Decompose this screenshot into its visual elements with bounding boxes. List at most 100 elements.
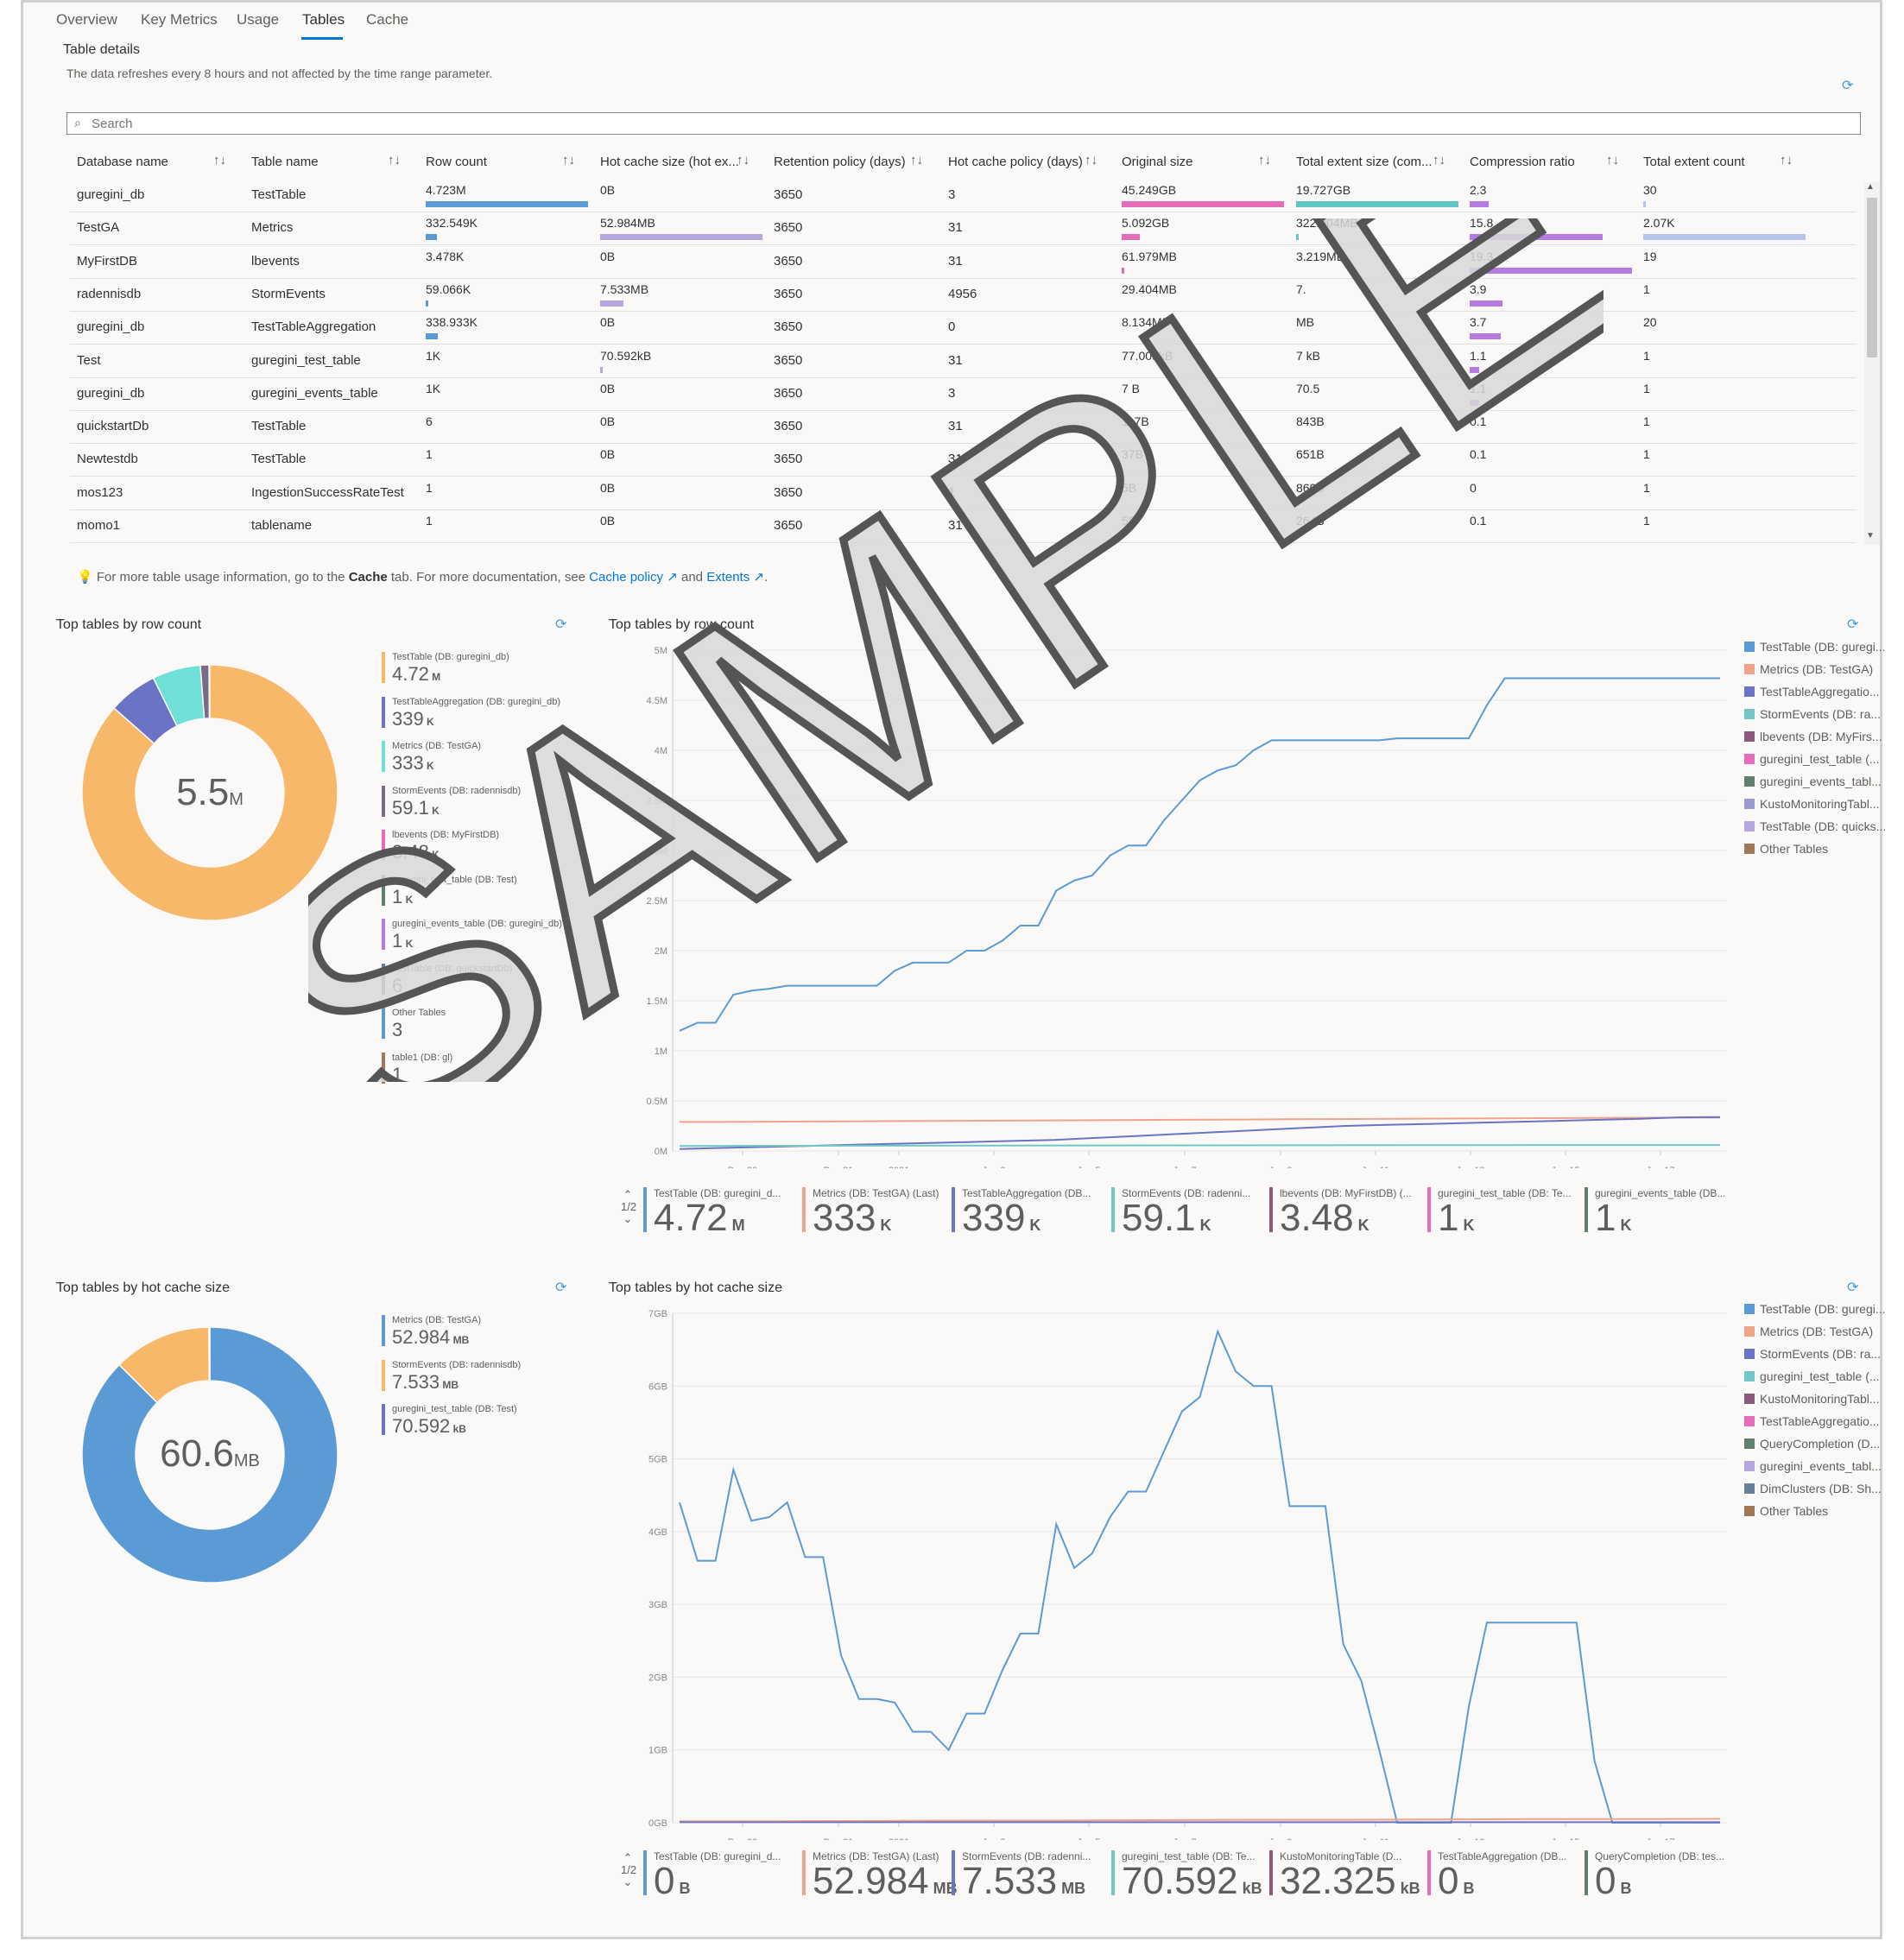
- sort-icon[interactable]: ↑↓: [737, 153, 750, 168]
- sort-icon[interactable]: ↑↓: [1433, 153, 1445, 168]
- chart-legend-item[interactable]: QueryCompletion (D...: [1744, 1437, 1880, 1451]
- column-header[interactable]: Table name: [251, 155, 319, 169]
- table-cell: TestTable: [251, 419, 307, 434]
- hot-cache-donut-refresh-icon[interactable]: ⟳: [555, 1279, 566, 1296]
- chart-legend-item[interactable]: KustoMonitoringTabl...: [1744, 797, 1880, 811]
- table-row[interactable]: guregini_db TestTableAggregation 338.933K 0…: [70, 311, 1856, 345]
- search-input[interactable]: [90, 116, 1820, 132]
- y-tick-label: 1GB: [648, 1746, 667, 1756]
- y-tick-label: 2.5M: [647, 896, 667, 907]
- chart-legend-item[interactable]: TestTable (DB: guregi...: [1744, 640, 1886, 654]
- hot-cache-pager[interactable]: ⌃ 1/2 ⌄: [621, 1852, 636, 1888]
- table-row[interactable]: mos123 IngestionSuccessRateTest 1 0B 3650 1 5B…: [70, 477, 1856, 510]
- pager-up-icon[interactable]: ⌃: [621, 1852, 635, 1864]
- pager-down-icon[interactable]: ⌄: [621, 1213, 635, 1225]
- legend-label: lbevents (DB: MyFirs...: [1760, 730, 1882, 743]
- table-cell: 3650: [774, 452, 803, 467]
- table-scrollbar[interactable]: [1864, 182, 1880, 545]
- chart-legend-item[interactable]: StormEvents (DB: ra...: [1744, 707, 1881, 721]
- sort-icon[interactable]: ↑↓: [1780, 153, 1793, 168]
- search-box[interactable]: ⌕: [66, 112, 1861, 135]
- sort-icon[interactable]: ↑↓: [1258, 153, 1271, 168]
- row-count-donut-refresh-icon[interactable]: ⟳: [555, 616, 566, 633]
- chart-legend-item[interactable]: Other Tables: [1744, 842, 1828, 856]
- series-line[interactable]: [679, 1144, 1720, 1148]
- table-row[interactable]: TestGA Metrics 332.549K 52.984MB 3650 31 5.092…: [70, 212, 1856, 246]
- sort-icon[interactable]: ↑↓: [910, 153, 923, 168]
- table-row[interactable]: Test guregini_test_table 1K 70.592kB 3650 31 7…: [70, 345, 1856, 378]
- series-line[interactable]: [679, 1329, 1720, 1824]
- pager-up-icon[interactable]: ⌃: [621, 1189, 635, 1201]
- column-header[interactable]: Original size: [1122, 155, 1193, 169]
- tab-cache[interactable]: Cache: [366, 11, 408, 28]
- extents-link[interactable]: Extents: [706, 570, 750, 585]
- chart-legend-item[interactable]: DimClusters (DB: Sh...: [1744, 1482, 1882, 1495]
- chart-legend-item[interactable]: TestTable (DB: guregi...: [1744, 1302, 1886, 1316]
- table-value-bar: [1122, 267, 1124, 274]
- sort-icon[interactable]: ↑↓: [213, 153, 226, 168]
- chart-legend-item[interactable]: TestTable (DB: quicks...: [1744, 819, 1886, 833]
- table-row[interactable]: guregini_db TestTable 4.723M 0B 3650 3 45.249G…: [70, 179, 1856, 212]
- tab-tables[interactable]: Tables: [302, 11, 345, 28]
- tab-usage[interactable]: Usage: [237, 11, 279, 28]
- chart-legend-item[interactable]: guregini_events_tabl...: [1744, 775, 1882, 788]
- legend-label: TestTable (DB: quickstartDb): [392, 963, 513, 974]
- column-header[interactable]: Hot cache policy (days): [948, 155, 1083, 169]
- scroll-up-icon[interactable]: ▲: [1866, 182, 1875, 192]
- series-line[interactable]: [680, 1818, 1721, 1823]
- table-cell: 1: [1643, 480, 1650, 495]
- legend-swatch: [1744, 731, 1755, 742]
- chart-legend-item[interactable]: guregini_events_tabl...: [1744, 1459, 1882, 1473]
- chart-legend-item[interactable]: guregini_test_table (...: [1744, 752, 1880, 766]
- table-row[interactable]: radennisdb StormEvents 59.066K 7.533MB 3650 4…: [70, 278, 1856, 312]
- legend-unit: kB: [450, 1423, 466, 1435]
- table-cell: 117B: [1122, 414, 1149, 429]
- legend-unit: K: [1353, 1217, 1369, 1234]
- column-header[interactable]: Database name: [77, 155, 168, 169]
- column-header[interactable]: Retention policy (days): [774, 155, 906, 169]
- chart-legend-item[interactable]: Other Tables: [1744, 1504, 1828, 1518]
- row-count-line-chart: 0M 0.5M 1M 1.5M 2M 2.5M 3M 3.5M 4M 4.5M 5M Dec 29 De…: [647, 646, 1727, 1168]
- table-row[interactable]: quickstartDb TestTable 6 0B 3650 31 117B 843B 0.…: [70, 410, 1856, 445]
- sort-icon[interactable]: ↑↓: [562, 153, 575, 168]
- column-header[interactable]: Compression ratio: [1470, 155, 1575, 169]
- column-header[interactable]: Total extent size (com...: [1296, 155, 1433, 169]
- tab-overview[interactable]: Overview: [56, 11, 117, 28]
- chart-legend-item[interactable]: TestTableAggregatio...: [1744, 685, 1880, 699]
- chart-legend-item[interactable]: Metrics (DB: TestGA): [1744, 662, 1873, 676]
- series-line[interactable]: [679, 677, 1720, 1032]
- column-header[interactable]: Total extent count: [1643, 155, 1745, 169]
- pager-down-icon[interactable]: ⌄: [621, 1876, 635, 1888]
- scrollbar-thumb[interactable]: [1867, 198, 1877, 357]
- scroll-down-icon[interactable]: ▼: [1866, 531, 1875, 541]
- row-count-pager[interactable]: ⌃ 1/2 ⌄: [621, 1189, 636, 1225]
- table-row[interactable]: momo1 tablename 1 0B 3650 31 5B 264B 0.1 1: [70, 509, 1856, 543]
- sort-icon[interactable]: ↑↓: [1606, 153, 1619, 168]
- chart-legend-item[interactable]: KustoMonitoringTabl...: [1744, 1392, 1880, 1406]
- chart-legend-item[interactable]: Metrics (DB: TestGA): [1744, 1325, 1873, 1338]
- sort-icon[interactable]: ↑↓: [388, 153, 401, 168]
- table-cell: quickstartDb: [77, 419, 149, 434]
- chart-legend-item[interactable]: StormEvents (DB: ra...: [1744, 1347, 1881, 1361]
- chart-legend-item[interactable]: lbevents (DB: MyFirs...: [1744, 730, 1882, 743]
- cache-policy-link[interactable]: Cache policy: [589, 570, 663, 585]
- row-count-chart-refresh-icon[interactable]: ⟳: [1847, 616, 1858, 633]
- column-header[interactable]: Hot cache size (hot ex...: [600, 155, 739, 169]
- legend-color-bar: [1427, 1850, 1431, 1895]
- chart-legend-item[interactable]: TestTableAggregatio...: [1744, 1414, 1880, 1428]
- legend-unit: K: [423, 715, 434, 728]
- sort-icon[interactable]: ↑↓: [1085, 153, 1097, 168]
- table-row[interactable]: guregini_db guregini_events_table 1K 0B 3650…: [70, 377, 1856, 411]
- legend-value: 1 K: [392, 930, 413, 952]
- legend-swatch: [1744, 686, 1755, 697]
- donut-slice[interactable]: [208, 1326, 211, 1381]
- legend-color-bar: [1585, 1850, 1588, 1895]
- tab-key-metrics[interactable]: Key Metrics: [141, 11, 218, 28]
- hot-cache-chart-refresh-icon[interactable]: ⟳: [1847, 1279, 1858, 1296]
- column-header[interactable]: Row count: [426, 155, 487, 169]
- chart-legend-item[interactable]: guregini_test_table (...: [1744, 1369, 1880, 1383]
- table-row[interactable]: MyFirstDB lbevents 3.478K 0B 3650 31 61.979MB 3…: [70, 245, 1856, 279]
- donut-slice[interactable]: [208, 664, 211, 719]
- table-row[interactable]: Newtestdb TestTable 1 0B 3650 31 37B 651B 0.1 1: [70, 443, 1856, 477]
- refresh-icon[interactable]: ⟳: [1842, 77, 1853, 94]
